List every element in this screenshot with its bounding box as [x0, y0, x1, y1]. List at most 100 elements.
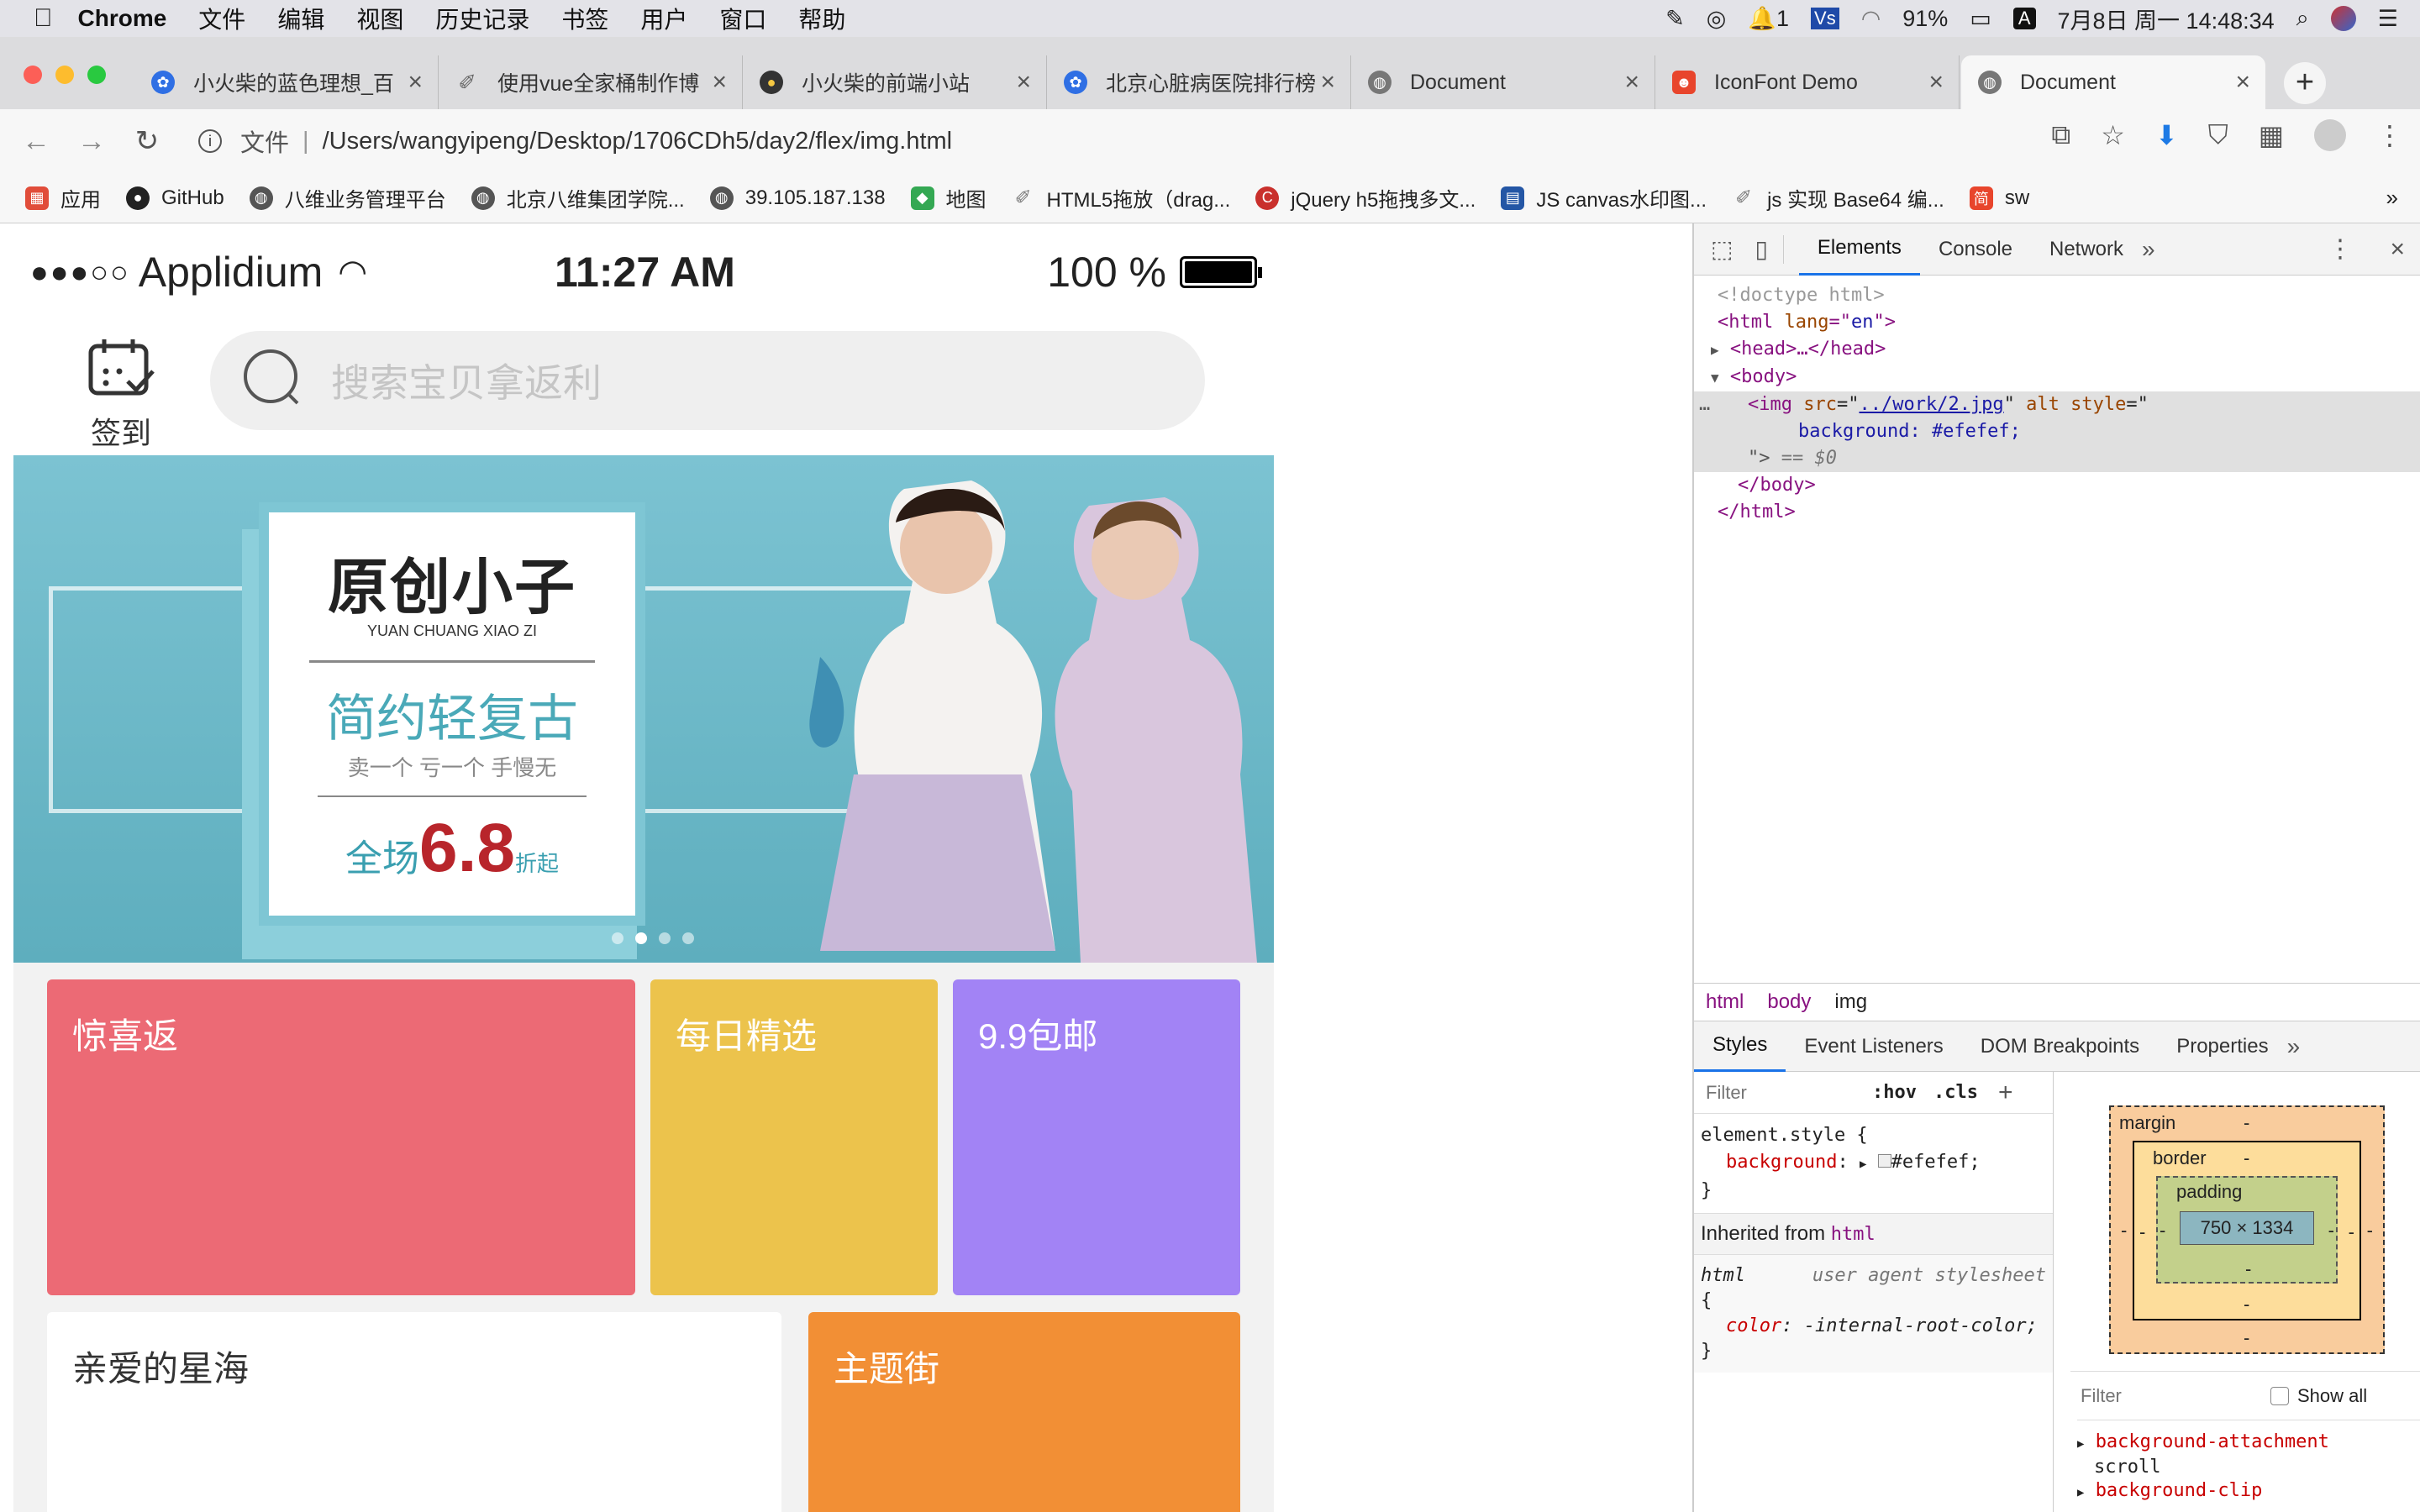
crumb-body[interactable]: body: [1767, 990, 1811, 1014]
reload-icon[interactable]: ↻: [119, 124, 175, 158]
inspect-element-icon[interactable]: ⬚: [1711, 235, 1733, 263]
computed-filter-input[interactable]: [2077, 1380, 2245, 1411]
carousel-dot[interactable]: [682, 932, 694, 944]
close-window-button[interactable]: [24, 66, 42, 84]
carousel-dot[interactable]: [659, 932, 671, 944]
styles-filter-input[interactable]: [1701, 1077, 1860, 1108]
settings-menu-icon[interactable]: ⋮: [2328, 234, 2353, 264]
new-tab-button[interactable]: +: [2284, 62, 2326, 104]
close-icon[interactable]: ×: [1928, 68, 1944, 97]
close-icon[interactable]: ×: [1016, 68, 1031, 97]
notification-center-icon[interactable]: ☰: [2378, 6, 2398, 32]
tile-theme-street[interactable]: 主题街: [808, 1312, 1240, 1512]
device-toolbar-icon[interactable]: ▯: [1754, 235, 1767, 263]
tile-dear-xinghai[interactable]: 亲爱的星海: [47, 1312, 781, 1512]
bookmark-sw[interactable]: 简 sw: [1969, 186, 2029, 210]
menu-help[interactable]: 帮助: [798, 2, 845, 35]
tab-6[interactable]: ☻ IconFont Demo ×: [1655, 55, 1960, 109]
download-extension-icon[interactable]: ⬇: [2155, 119, 2178, 151]
carousel-dot-active[interactable]: [635, 932, 647, 944]
crumb-html[interactable]: html: [1706, 990, 1744, 1014]
menu-edit[interactable]: 编辑: [277, 2, 324, 35]
vs-icon[interactable]: Vs: [1811, 8, 1839, 29]
body-close-line[interactable]: </body>: [1694, 472, 2420, 499]
tab-4[interactable]: ✿ 北京心脏病医院排行榜 ×: [1047, 55, 1351, 109]
maximize-window-button[interactable]: [87, 66, 106, 84]
eyedropper-icon[interactable]: ✎: [1665, 6, 1685, 32]
bookmark-github[interactable]: ● GitHub: [126, 186, 224, 210]
box-margin[interactable]: margin - - - - border - - - - padding - …: [2109, 1105, 2385, 1354]
more-bookmarks-icon[interactable]: »: [2386, 185, 2398, 211]
promo-banner[interactable]: 原创小子 YUAN CHUANG XIAO ZI 简约轻复古 卖一个 亏一个 手…: [13, 455, 1274, 963]
bookmark-ip[interactable]: ◍ 39.105.187.138: [709, 186, 886, 210]
minimize-window-button[interactable]: [55, 66, 74, 84]
menu-file[interactable]: 文件: [198, 2, 245, 35]
shield-extension-icon[interactable]: ⛉: [2208, 119, 2228, 151]
doctype-line[interactable]: <!doctype html>: [1694, 282, 2420, 309]
tab-properties[interactable]: Properties: [2158, 1021, 2286, 1072]
bookmark-star-icon[interactable]: ☆: [2101, 119, 2125, 151]
translate-icon[interactable]: ⧉: [2051, 119, 2070, 151]
qrcode-icon[interactable]: ▦: [2259, 119, 2284, 151]
info-icon[interactable]: i: [198, 129, 222, 153]
img-node-selected[interactable]: … <img src="../work/2.jpg" alt style=" b…: [1694, 391, 2420, 472]
checkin-button[interactable]: 签到: [81, 338, 161, 453]
hov-toggle[interactable]: :hov: [1872, 1082, 1917, 1103]
new-rule-icon[interactable]: +: [1998, 1079, 2013, 1107]
close-icon[interactable]: ×: [1624, 68, 1639, 97]
close-icon[interactable]: ×: [408, 68, 423, 97]
computed-item[interactable]: ▶ background-attachment: [2077, 1431, 2420, 1456]
notification-icon[interactable]: 🔔1: [1748, 5, 1789, 32]
color-swatch-icon[interactable]: [1877, 1154, 1891, 1168]
bookmark-maps[interactable]: ◆ 地图: [910, 183, 986, 213]
bookmark-html5-drag[interactable]: ✐ HTML5拖放（drag...: [1012, 183, 1230, 213]
bg-declaration[interactable]: background: ▶ #efefef;: [1701, 1149, 2046, 1178]
tab-network[interactable]: Network: [2031, 223, 2142, 276]
menu-user[interactable]: 用户: [640, 2, 687, 35]
tab-1[interactable]: ✿ 小火柴的蓝色理想_百 ×: [134, 55, 439, 109]
bookmark-base64[interactable]: ✐ js 实现 Base64 编...: [1732, 183, 1944, 213]
menu-icon[interactable]: ⋮: [2376, 119, 2403, 151]
cls-toggle[interactable]: .cls: [1933, 1082, 1978, 1103]
tab-elements[interactable]: Elements: [1798, 223, 1920, 276]
url-text[interactable]: /Users/wangyipeng/Desktop/1706CDh5/day2/…: [323, 128, 953, 155]
box-padding[interactable]: padding - - - 750 × 1334: [2156, 1176, 2338, 1284]
menu-history[interactable]: 历史记录: [435, 2, 529, 35]
tab-dom-breakpoints[interactable]: DOM Breakpoints: [1962, 1021, 2158, 1072]
more-tabs-icon[interactable]: »: [2287, 1033, 2301, 1060]
clock[interactable]: 7月8日 周一 14:48:34: [2058, 3, 2275, 35]
wechat-icon[interactable]: ◎: [1707, 6, 1727, 32]
tab-styles[interactable]: Styles: [1694, 1021, 1786, 1072]
menu-app[interactable]: Chrome: [78, 5, 167, 32]
tile-surprise-return[interactable]: 惊喜返: [47, 979, 635, 1295]
bookmark-canvas-watermark[interactable]: ▤ JS canvas水印图...: [1501, 183, 1707, 213]
bookmark-apps[interactable]: ▦ 应用: [25, 183, 101, 213]
spotlight-icon[interactable]: ⌕: [2296, 5, 2309, 32]
menu-view[interactable]: 视图: [356, 2, 403, 35]
head-line[interactable]: ▶ <head>…</head>: [1694, 336, 2420, 364]
img-src-link[interactable]: ../work/2.jpg: [1859, 394, 2003, 415]
computed-item[interactable]: ▶ background-clip: [2077, 1479, 2420, 1504]
carousel-dot[interactable]: [612, 932, 623, 944]
tab-7-active[interactable]: ◍ Document ×: [1961, 55, 2265, 109]
input-method-icon[interactable]: A: [2012, 8, 2036, 29]
close-icon[interactable]: ×: [1320, 68, 1335, 97]
bookmark-bawei-platform[interactable]: ◍ 八维业务管理平台: [249, 183, 446, 213]
tab-event-listeners[interactable]: Event Listeners: [1786, 1021, 1961, 1072]
body-open-line[interactable]: ▼ <body>: [1694, 364, 2420, 391]
close-icon[interactable]: ×: [712, 68, 727, 97]
apple-icon[interactable]: : [34, 4, 53, 33]
html-open-line[interactable]: <html lang="en">: [1694, 309, 2420, 336]
forward-icon[interactable]: →: [64, 125, 119, 158]
address-bar[interactable]: i 文件 | /Users/wangyipeng/Desktop/1706CDh…: [183, 118, 2149, 165]
bookmark-jquery-drag[interactable]: CjQuery h5拖拽多文...: [1255, 183, 1476, 213]
siri-icon[interactable]: [2330, 6, 2356, 31]
back-icon[interactable]: ←: [8, 125, 64, 158]
battery-icon[interactable]: ▭: [1970, 6, 1991, 32]
tab-3[interactable]: ● 小火柴的前端小站 ×: [743, 55, 1047, 109]
search-input[interactable]: 搜索宝贝拿返利: [210, 331, 1205, 430]
show-all-checkbox[interactable]: [2270, 1386, 2289, 1405]
tile-free-shipping[interactable]: 9.9包邮: [953, 979, 1240, 1295]
box-content-size[interactable]: 750 × 1334: [2180, 1211, 2314, 1245]
profile-avatar-icon[interactable]: [2314, 119, 2346, 151]
